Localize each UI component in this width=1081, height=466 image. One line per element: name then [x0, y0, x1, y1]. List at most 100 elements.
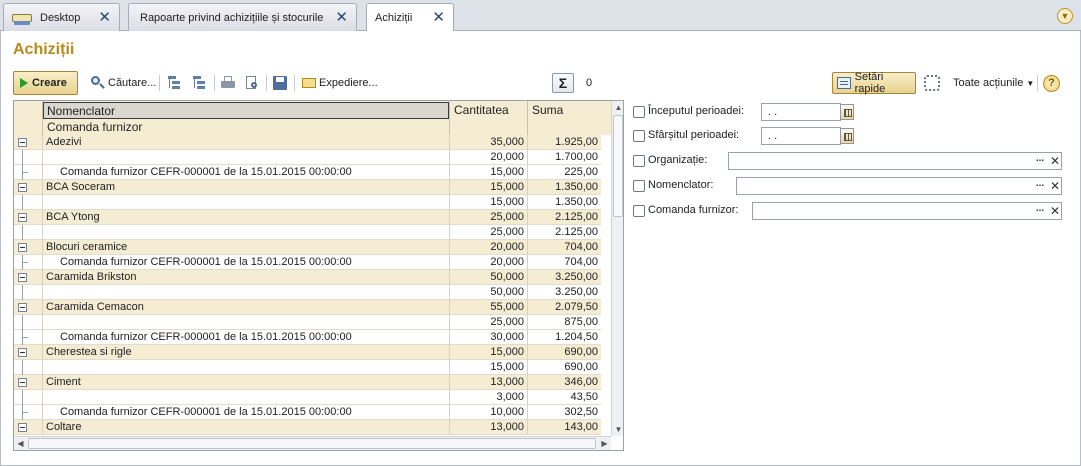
select-icon[interactable]: ... — [1033, 153, 1047, 169]
organizatie-checkbox[interactable] — [633, 155, 645, 167]
clear-icon[interactable]: ✕ — [1048, 178, 1062, 194]
save-icon — [272, 75, 288, 91]
chevron-down-icon[interactable]: ▼ — [1057, 8, 1073, 24]
preview-button[interactable] — [244, 71, 260, 95]
tree-cell — [14, 165, 43, 180]
table-row[interactable]: Comanda furnizor CEFR-000001 de la 15.01… — [14, 405, 601, 420]
collapse-icon[interactable] — [18, 138, 27, 147]
comanda-furnizor-field[interactable] — [752, 202, 1062, 220]
tab-rapoarte[interactable]: Rapoarte privind achizițiile și stocuril… — [128, 3, 357, 31]
collapse-icon[interactable] — [18, 423, 27, 432]
separator — [214, 75, 215, 91]
table-row[interactable]: Ciment 13,000 346,00 — [14, 375, 601, 390]
end-period-checkbox[interactable] — [633, 130, 645, 142]
column-header-comanda[interactable]: Comanda furnizor — [43, 119, 449, 134]
separator — [294, 75, 295, 91]
tree-line — [22, 225, 23, 240]
select-icon[interactable]: ... — [1033, 178, 1047, 194]
calendar-icon[interactable] — [840, 104, 854, 120]
separator — [159, 75, 160, 91]
report-table[interactable]: Nomenclator Comanda furnizor Cantitatea … — [13, 100, 624, 451]
search-button[interactable]: Căutare... — [90, 71, 156, 95]
tree-cell — [14, 150, 43, 165]
table-row[interactable]: Caramida Cemacon 55,000 2.079,50 — [14, 300, 601, 315]
table-row[interactable]: Adezivi 35,000 1.925,00 — [14, 135, 601, 150]
nomenclator-checkbox[interactable] — [633, 180, 645, 192]
clear-icon[interactable]: ✕ — [1048, 203, 1062, 219]
list-mode-button[interactable] — [191, 71, 207, 95]
create-button[interactable]: Creare — [13, 71, 78, 95]
close-icon[interactable]: ✕ — [335, 10, 348, 25]
scroll-thumb[interactable] — [613, 115, 623, 217]
cantitate-cell: 50,000 — [449, 285, 527, 300]
help-button[interactable]: ? — [1043, 71, 1060, 95]
tab-label: Achiziții — [375, 12, 413, 24]
table-row[interactable]: 25,000 2.125,00 — [14, 225, 601, 240]
collapse-icon[interactable] — [18, 348, 27, 357]
scroll-thumb[interactable] — [28, 438, 596, 449]
column-header-suma[interactable]: Suma — [527, 101, 601, 135]
nomenclator-field[interactable] — [736, 177, 1062, 195]
close-icon[interactable]: ✕ — [432, 10, 445, 25]
table-row[interactable]: 3,000 43,50 — [14, 390, 601, 405]
collapse-icon[interactable] — [18, 213, 27, 222]
end-period-field[interactable]: . . — [761, 127, 841, 145]
end-period-label: Sfârșitul perioadei: — [648, 129, 740, 141]
settings-button[interactable] — [924, 71, 940, 95]
all-actions-button[interactable]: Toate acțiunile ▼ — [953, 71, 1034, 95]
tab-label: Desktop — [40, 11, 81, 24]
print-button[interactable] — [220, 71, 236, 95]
collapse-icon[interactable] — [18, 243, 27, 252]
column-header-nomenclator[interactable]: Nomenclator — [43, 102, 449, 119]
table-row[interactable]: 15,000 690,00 — [14, 360, 601, 375]
hierarchy-button[interactable] — [166, 71, 182, 95]
scroll-up-icon[interactable]: ▲ — [612, 101, 623, 114]
save-button[interactable] — [272, 71, 288, 95]
table-row[interactable]: 20,000 1.700,00 — [14, 150, 601, 165]
comanda-furnizor-checkbox[interactable] — [633, 205, 645, 217]
table-row[interactable]: BCA Soceram 15,000 1.350,00 — [14, 180, 601, 195]
column-header-cantitate[interactable]: Cantitatea — [449, 101, 527, 135]
suma-cell: 2.125,00 — [527, 210, 601, 225]
collapse-icon[interactable] — [18, 183, 27, 192]
scroll-right-icon[interactable]: ▶ — [598, 437, 611, 450]
settings-panel-icon — [837, 77, 851, 89]
tree-cell — [14, 240, 43, 255]
organizatie-field[interactable] — [728, 152, 1062, 170]
collapse-icon[interactable] — [18, 303, 27, 312]
table-row[interactable]: Cherestea si rigle 15,000 690,00 — [14, 345, 601, 360]
table-row[interactable]: BCA Ytong 25,000 2.125,00 — [14, 210, 601, 225]
scroll-down-icon[interactable]: ▼ — [612, 423, 623, 436]
quick-settings-button[interactable]: Setări rapide — [832, 71, 916, 95]
start-period-field[interactable]: . . — [761, 103, 841, 121]
sum-field: 0 — [583, 74, 771, 92]
vertical-scrollbar[interactable]: ▲ ▼ — [611, 101, 623, 436]
tab-desktop[interactable]: Desktop ✕ — [3, 3, 120, 31]
table-row[interactable]: 50,000 3.250,00 — [14, 285, 601, 300]
collapse-icon[interactable] — [18, 378, 27, 387]
horizontal-scrollbar[interactable]: ◀ ▶ — [14, 436, 611, 450]
table-row[interactable]: Comanda furnizor CEFR-000001 de la 15.01… — [14, 165, 601, 180]
close-icon[interactable]: ✕ — [98, 10, 111, 25]
cantitate-cell: 13,000 — [449, 420, 527, 435]
table-row[interactable]: Comanda furnizor CEFR-000001 de la 15.01… — [14, 330, 601, 345]
select-icon[interactable]: ... — [1033, 203, 1047, 219]
table-row[interactable]: 25,000 875,00 — [14, 315, 601, 330]
cantitate-cell: 35,000 — [449, 135, 527, 150]
start-period-checkbox[interactable] — [633, 106, 645, 118]
organizatie-label: Organizație: — [648, 154, 708, 166]
table-row[interactable]: Coltare 13,000 143,00 — [14, 420, 601, 435]
table-row[interactable]: Blocuri ceramice 20,000 704,00 — [14, 240, 601, 255]
table-row[interactable]: Caramida Brikston 50,000 3.250,00 — [14, 270, 601, 285]
clear-icon[interactable]: ✕ — [1048, 153, 1062, 169]
send-button[interactable]: Expediere... — [301, 71, 378, 95]
tab-achizitii[interactable]: Achiziții ✕ — [366, 3, 454, 32]
scroll-left-icon[interactable]: ◀ — [14, 437, 27, 450]
search-icon — [90, 75, 106, 91]
table-row[interactable]: 15,000 1.350,00 — [14, 195, 601, 210]
calendar-icon[interactable] — [840, 128, 854, 144]
table-row[interactable]: Comanda furnizor CEFR-000001 de la 15.01… — [14, 255, 601, 270]
collapse-icon[interactable] — [18, 273, 27, 282]
tree-line — [22, 360, 23, 375]
sigma-button[interactable]: Σ — [552, 73, 574, 93]
